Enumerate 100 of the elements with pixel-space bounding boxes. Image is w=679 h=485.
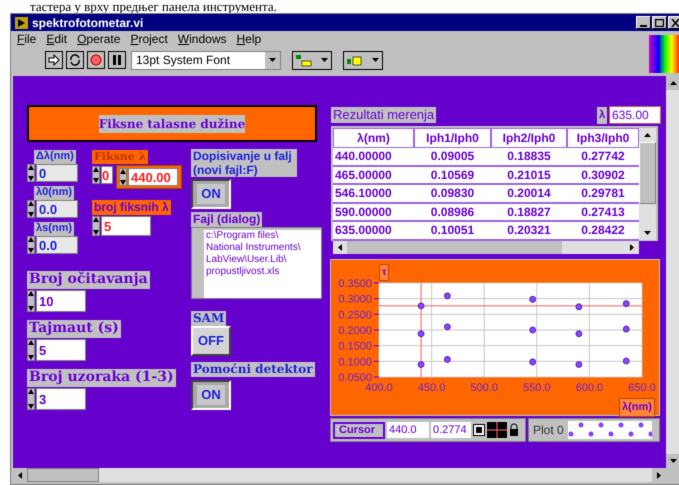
numeric-field[interactable]: 5 <box>36 339 86 361</box>
caret-icon <box>269 58 276 62</box>
right-arrow-icon <box>657 472 661 478</box>
close-icon <box>671 18 679 26</box>
menu-item[interactable]: Windows <box>178 30 226 48</box>
spin-buttons[interactable] <box>27 164 35 182</box>
up-arrow-icon <box>28 165 34 170</box>
numeric-field[interactable]: 440.00 <box>128 168 178 186</box>
menu-item[interactable]: File <box>17 30 36 48</box>
lock-icon[interactable] <box>509 423 519 437</box>
spin-buttons[interactable] <box>27 200 35 218</box>
align-dropdown[interactable] <box>343 50 383 70</box>
legend-label: Plot 0 <box>533 422 564 439</box>
lambda-label: λ <box>597 107 608 124</box>
index-field[interactable]: 0 <box>101 166 113 184</box>
up-arrow-icon <box>120 169 126 174</box>
crosshair-icon[interactable] <box>487 422 507 438</box>
control-label: Dopisivanje u falj (novi fajl:F) <box>191 149 297 177</box>
spin-buttons[interactable] <box>27 388 35 410</box>
toggle-button[interactable]: ON <box>191 380 231 410</box>
spin-buttons[interactable] <box>119 168 127 186</box>
horizontal-scrollbar[interactable] <box>333 240 639 254</box>
column-header: Iph3/Iph0 <box>567 128 639 148</box>
column-header: Iph2/Iph0 <box>491 128 567 148</box>
scrollbar-thumb[interactable] <box>347 240 562 254</box>
data-point <box>529 296 536 303</box>
y-tick-label: 0.1500 <box>338 340 372 353</box>
x-tick-label: 550.0 <box>523 382 551 394</box>
maximize-button[interactable] <box>652 16 667 29</box>
menu-item[interactable]: Help <box>236 30 262 48</box>
y-tick-label: 0.2500 <box>338 309 372 322</box>
menu-item[interactable]: Edit <box>46 30 68 48</box>
numeric-field[interactable]: 0.0 <box>36 236 78 254</box>
toggle-button[interactable]: ON <box>191 179 231 209</box>
table-cell: 546.10000 <box>333 185 414 204</box>
stop-icon <box>90 54 102 66</box>
path-line: propustljivost.xls <box>206 266 280 278</box>
spin-buttons[interactable] <box>92 216 100 236</box>
right-arrow-icon <box>630 244 634 250</box>
down-arrow-icon <box>28 176 34 181</box>
data-point <box>575 361 582 368</box>
maximize-icon <box>655 18 664 26</box>
left-arrow-icon <box>18 472 22 478</box>
lambda-field[interactable]: 635.00 <box>609 106 661 124</box>
cursor-style-icon[interactable] <box>473 423 485 437</box>
scrollbar-thumb[interactable] <box>27 468 99 482</box>
data-point <box>418 302 424 310</box>
y-tick-label: 0.2000 <box>338 325 372 337</box>
path-line: National Instruments\ <box>206 242 302 254</box>
stop-button[interactable] <box>87 51 105 69</box>
numeric-field[interactable]: 0.0 <box>36 200 78 218</box>
window-vertical-scrollbar[interactable] <box>666 76 679 468</box>
down-arrow-icon <box>28 306 34 311</box>
cursor-x-field[interactable]: 440.0 <box>387 422 429 438</box>
path-field[interactable]: c:\Program files\ National Instruments\ LabView\User.Lib\ propustljivost.xls <box>191 227 322 299</box>
y-tick-label: 0.3500 <box>338 278 372 290</box>
up-arrow-icon <box>28 291 34 296</box>
cursor-y-field[interactable]: 0.2774 <box>431 422 471 438</box>
run-button[interactable] <box>45 51 63 69</box>
table-label: Rezultati merenja <box>331 107 436 124</box>
data-point <box>575 303 582 310</box>
control-label: Fiksne λ <box>92 150 148 164</box>
column-header: λ(nm) <box>333 128 414 148</box>
up-arrow-icon <box>93 217 99 222</box>
align-dropdown[interactable] <box>292 50 332 70</box>
window-horizontal-scrollbar[interactable] <box>13 468 666 482</box>
data-point <box>622 358 630 364</box>
spin-buttons[interactable] <box>27 339 35 361</box>
down-arrow-icon <box>93 178 99 183</box>
menu-item[interactable]: Project <box>130 30 168 48</box>
data-point <box>418 330 424 338</box>
numeric-field[interactable]: 10 <box>36 290 86 312</box>
numeric-field[interactable]: 3 <box>36 388 86 410</box>
y-tick-label: 0.0500 <box>338 372 372 384</box>
caret-icon <box>372 58 378 62</box>
menu-item[interactable]: Operate <box>77 30 120 48</box>
run-continuously-button[interactable] <box>66 51 84 69</box>
table-cell: 0.10569 <box>414 166 491 185</box>
arrow-icon <box>48 54 60 66</box>
minimize-button[interactable] <box>636 16 651 29</box>
toggle-button[interactable]: OFF <box>191 326 231 356</box>
minimize-icon <box>640 25 647 27</box>
pause-icon <box>112 55 122 65</box>
pause-button[interactable] <box>108 51 126 69</box>
numeric-field[interactable]: 0 <box>36 164 78 182</box>
spectrum-icon <box>649 35 679 73</box>
numeric-field[interactable]: 5 <box>101 216 151 236</box>
font-dropdown[interactable]: 13pt System Font <box>131 50 281 70</box>
spin-buttons[interactable] <box>27 236 35 254</box>
table-cell: 590.00000 <box>333 204 414 222</box>
data-point <box>529 326 536 334</box>
app-icon <box>15 16 28 28</box>
vertical-scrollbar[interactable] <box>639 128 656 240</box>
caret-icon <box>320 58 328 62</box>
y-tick-label: 0.3000 <box>338 294 372 306</box>
spin-buttons[interactable] <box>92 166 100 184</box>
close-button[interactable] <box>668 16 679 29</box>
spin-buttons[interactable] <box>27 290 35 312</box>
table-cell: 0.21015 <box>491 166 567 185</box>
x-tick-label: 600.0 <box>576 382 604 394</box>
